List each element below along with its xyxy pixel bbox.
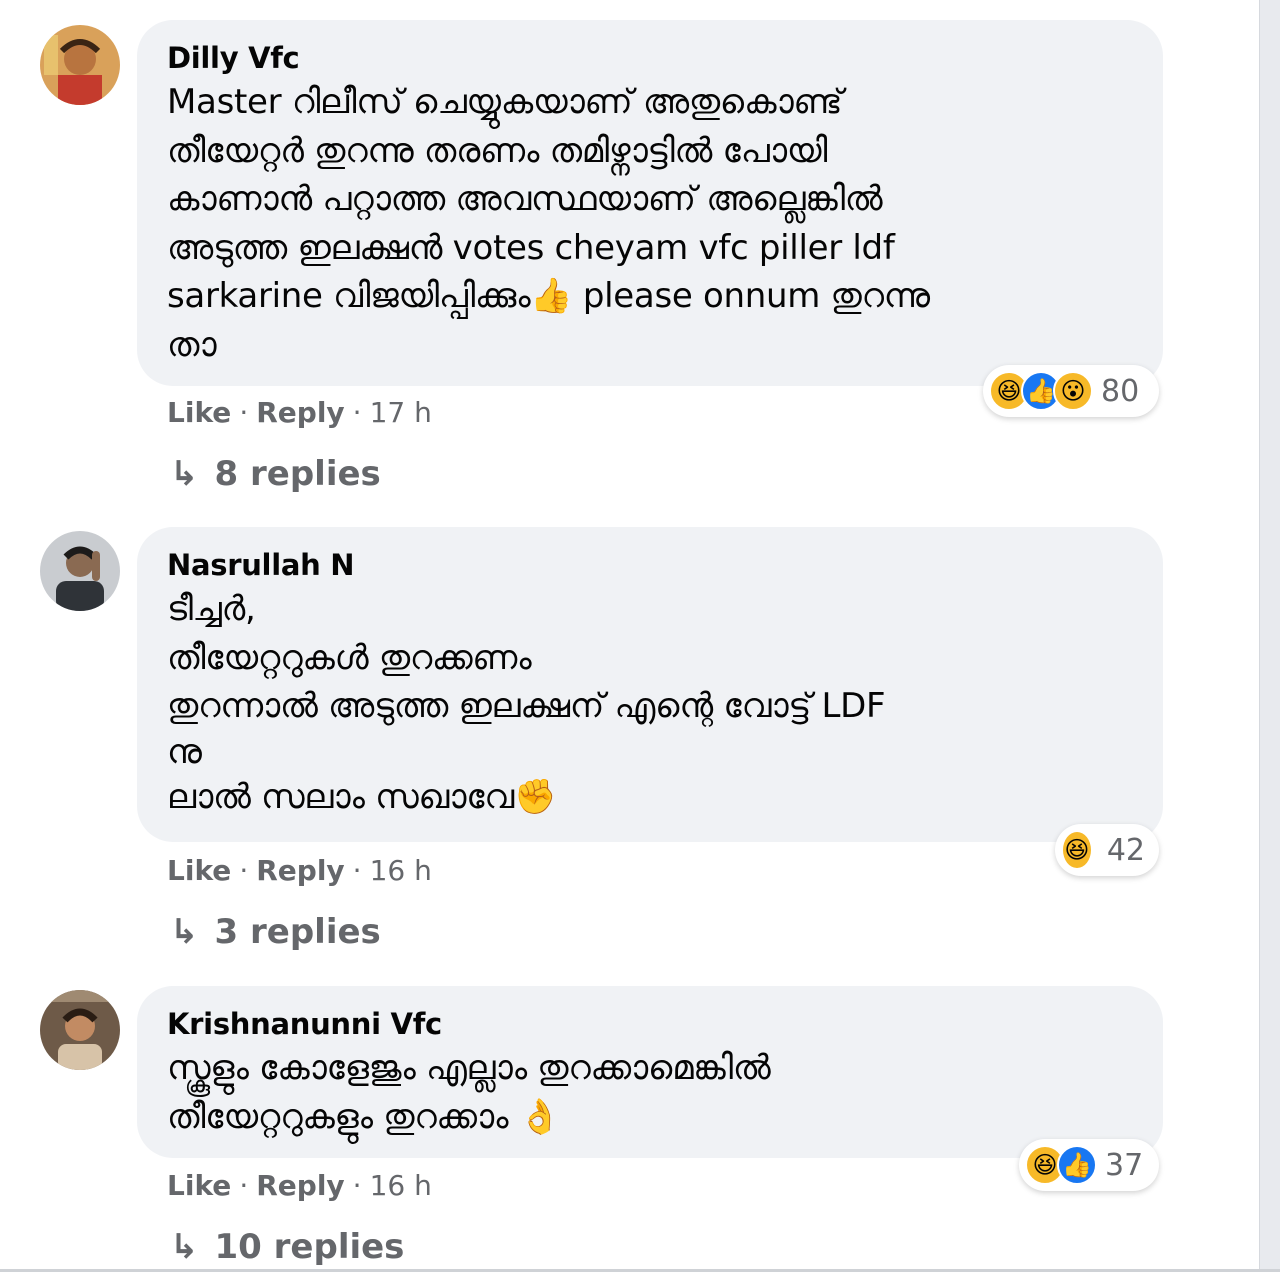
separator-dot: · (352, 1169, 362, 1202)
comment-text-line: തീയേറ്റർ തുറന്നു തരണം തമിഴ്നാട്ടിൽ പോയി (167, 130, 828, 171)
reaction-count: 42 (1106, 832, 1145, 868)
view-replies-link[interactable]: ↳ 10 replies (170, 1227, 404, 1267)
reaction-summary[interactable]: 😆 42 (1055, 824, 1159, 876)
reply-button[interactable]: Reply (256, 853, 344, 889)
reaction-count: 80 (1101, 373, 1140, 409)
comment-text-line: താ (167, 324, 217, 365)
avatar[interactable] (40, 25, 120, 105)
comment-text-line: ലാൽ സലാം സഖാവേ✊ (167, 776, 556, 817)
reaction-summary[interactable]: 😆 👍 😮 80 (983, 365, 1159, 417)
comment-text: Master റിലീസ് ചെയ്യുകയാണ് അതുകൊണ്ട് തീയേ… (167, 78, 1133, 369)
comment-text-line: നു (167, 731, 202, 772)
comment-text-line: തീയേറ്ററുകൾ തുറക്കണം (167, 637, 532, 678)
comment-author[interactable]: Dilly Vfc (167, 40, 1133, 76)
comment-text-line: ടീച്ചർ, (167, 589, 256, 629)
comment-text: ടീച്ചർ, തീയേറ്ററുകൾ തുറക്കണം തുറന്നാൽ അട… (167, 585, 1133, 821)
like-button[interactable]: Like (167, 853, 231, 889)
view-replies-link[interactable]: ↳ 3 replies (170, 912, 381, 952)
comment-bubble: Nasrullah N ടീച്ചർ, തീയേറ്ററുകൾ തുറക്കണം… (137, 527, 1163, 842)
reaction-summary[interactable]: 😆 👍 37 (1019, 1139, 1159, 1191)
reply-arrow-icon: ↳ (170, 1227, 199, 1267)
reply-button[interactable]: Reply (256, 1168, 344, 1204)
reply-arrow-icon: ↳ (170, 912, 199, 952)
comment-actions: Like · Reply · 16 h (167, 853, 432, 889)
comment-text-line: സ്കൂളും കോളേജും എല്ലാം തുറക്കാമെങ്കിൽ (167, 1048, 771, 1088)
comment-timestamp[interactable]: 17 h (370, 395, 432, 431)
separator-dot: · (352, 396, 362, 429)
comment-text-line: അടുത്ത ഇലക്ഷൻ votes cheyam vfc piller ld… (167, 227, 895, 268)
replies-count-label: 10 replies (214, 1227, 405, 1267)
avatar[interactable] (40, 990, 120, 1070)
wow-icon: 😮 (1053, 371, 1093, 411)
comment-text-line: sarkarine വിജയിപ്പിക്കും👍 please onnum ത… (167, 276, 930, 316)
like-button[interactable]: Like (167, 395, 231, 431)
comment-bubble: Krishnanunni Vfc സ്കൂളും കോളേജും എല്ലാം … (137, 986, 1163, 1158)
reply-button[interactable]: Reply (256, 395, 344, 431)
replies-count-label: 3 replies (214, 912, 381, 952)
comment-text: സ്കൂളും കോളേജും എല്ലാം തുറക്കാമെങ്കിൽ തീ… (167, 1044, 1133, 1141)
haha-icon: 😆 (1061, 830, 1093, 870)
comment-actions: Like · Reply · 16 h (167, 1168, 432, 1204)
comment-timestamp[interactable]: 16 h (370, 1168, 432, 1204)
separator-dot: · (239, 1169, 249, 1202)
avatar[interactable] (40, 531, 120, 611)
like-button[interactable]: Like (167, 1168, 231, 1204)
comment-actions: Like · Reply · 17 h (167, 395, 432, 431)
comment-text-line: തുറന്നാൽ അടുത്ത ഇലക്ഷന് എന്റെ വോട്ട് LDF (167, 686, 886, 726)
comment-author[interactable]: Nasrullah N (167, 547, 1133, 583)
like-icon: 👍 (1057, 1145, 1097, 1185)
comment-bubble: Dilly Vfc Master റിലീസ് ചെയ്യുകയാണ് അതുക… (137, 20, 1163, 386)
replies-count-label: 8 replies (214, 454, 381, 494)
comment-author[interactable]: Krishnanunni Vfc (167, 1006, 1133, 1042)
comment-text-line: Master റിലീസ് ചെയ്യുകയാണ് അതുകൊണ്ട് (167, 82, 843, 122)
separator-dot: · (239, 396, 249, 429)
scrollbar-track[interactable] (1259, 0, 1280, 1272)
view-replies-link[interactable]: ↳ 8 replies (170, 454, 381, 494)
reaction-count: 37 (1105, 1147, 1144, 1183)
comment-timestamp[interactable]: 16 h (370, 853, 432, 889)
comment-text-line: തീയേറ്ററുകളും തുറക്കാം 👌 (167, 1096, 561, 1137)
separator-dot: · (239, 854, 249, 887)
reply-arrow-icon: ↳ (170, 454, 199, 494)
comment-text-line: കാണാൻ പറ്റാത്ത അവസ്ഥയാണ് അല്ലെങ്കിൽ (167, 179, 883, 219)
separator-dot: · (352, 854, 362, 887)
